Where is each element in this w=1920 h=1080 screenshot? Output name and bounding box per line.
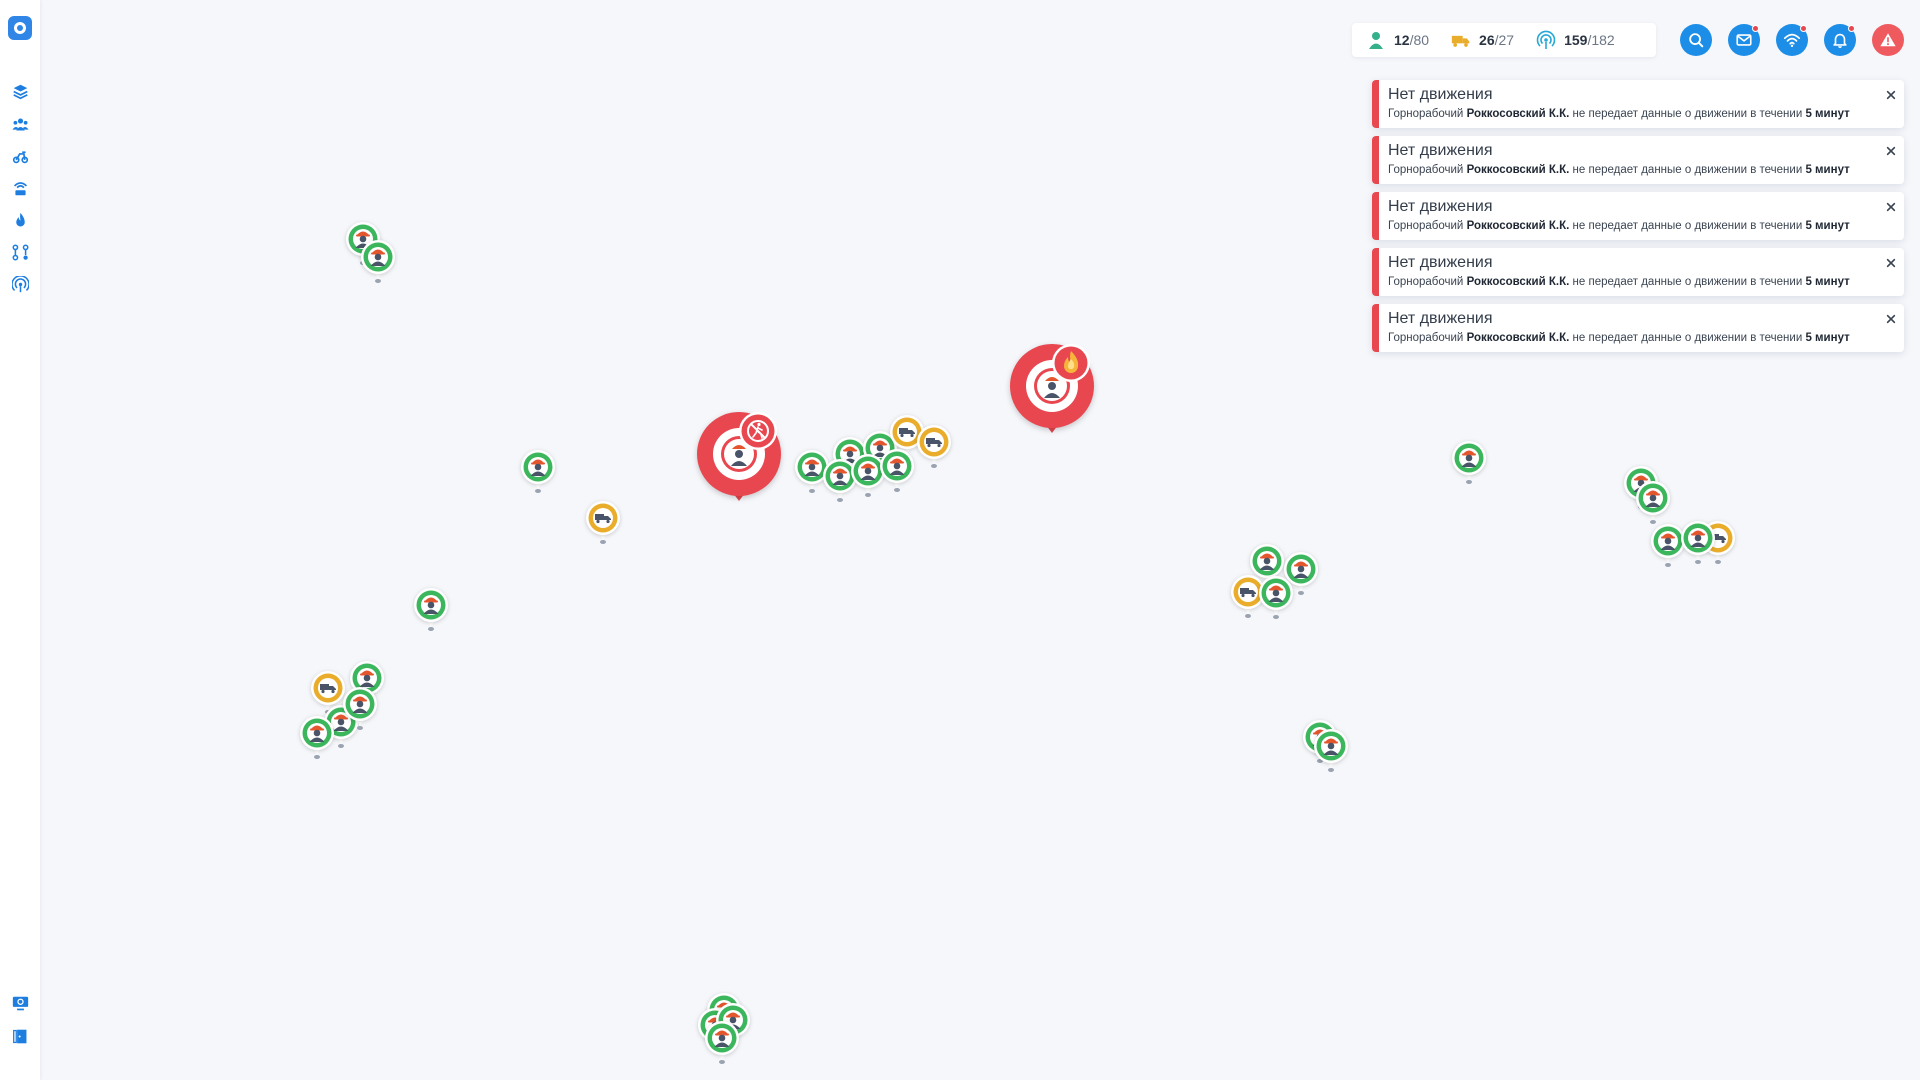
- router-icon[interactable]: [10, 178, 30, 198]
- worker-marker[interactable]: [297, 713, 337, 761]
- group-icon[interactable]: [10, 114, 30, 134]
- fire-icon[interactable]: [10, 210, 30, 230]
- worker-marker[interactable]: [877, 446, 917, 494]
- exit-door-icon[interactable]: [10, 1026, 30, 1046]
- fire-alert-marker[interactable]: [1007, 341, 1097, 441]
- route-icon[interactable]: [10, 242, 30, 262]
- worker-marker[interactable]: [702, 1018, 742, 1066]
- app-logo-icon[interactable]: [8, 16, 32, 40]
- broadcast-icon[interactable]: [10, 274, 30, 294]
- worker-marker[interactable]: [1633, 478, 1673, 526]
- map-area[interactable]: [40, 0, 1920, 1080]
- worker-marker[interactable]: [518, 447, 558, 495]
- vehicle-marker[interactable]: [914, 422, 954, 470]
- fire-icon: [1052, 344, 1090, 382]
- worker-marker[interactable]: [1449, 438, 1489, 486]
- monitor-icon[interactable]: [10, 993, 30, 1013]
- no-walking-icon: [739, 412, 777, 450]
- vehicles-icon[interactable]: [10, 146, 30, 166]
- worker-marker[interactable]: [1256, 573, 1296, 621]
- vehicle-marker[interactable]: [583, 498, 623, 546]
- sidebar: [0, 0, 40, 1080]
- worker-marker[interactable]: [340, 684, 380, 732]
- worker-marker[interactable]: [358, 237, 398, 285]
- worker-marker[interactable]: [1311, 726, 1351, 774]
- no-movement-alert-marker[interactable]: [694, 409, 784, 509]
- worker-marker[interactable]: [411, 585, 451, 633]
- layers-icon[interactable]: [10, 81, 30, 101]
- worker-marker[interactable]: [1678, 518, 1718, 566]
